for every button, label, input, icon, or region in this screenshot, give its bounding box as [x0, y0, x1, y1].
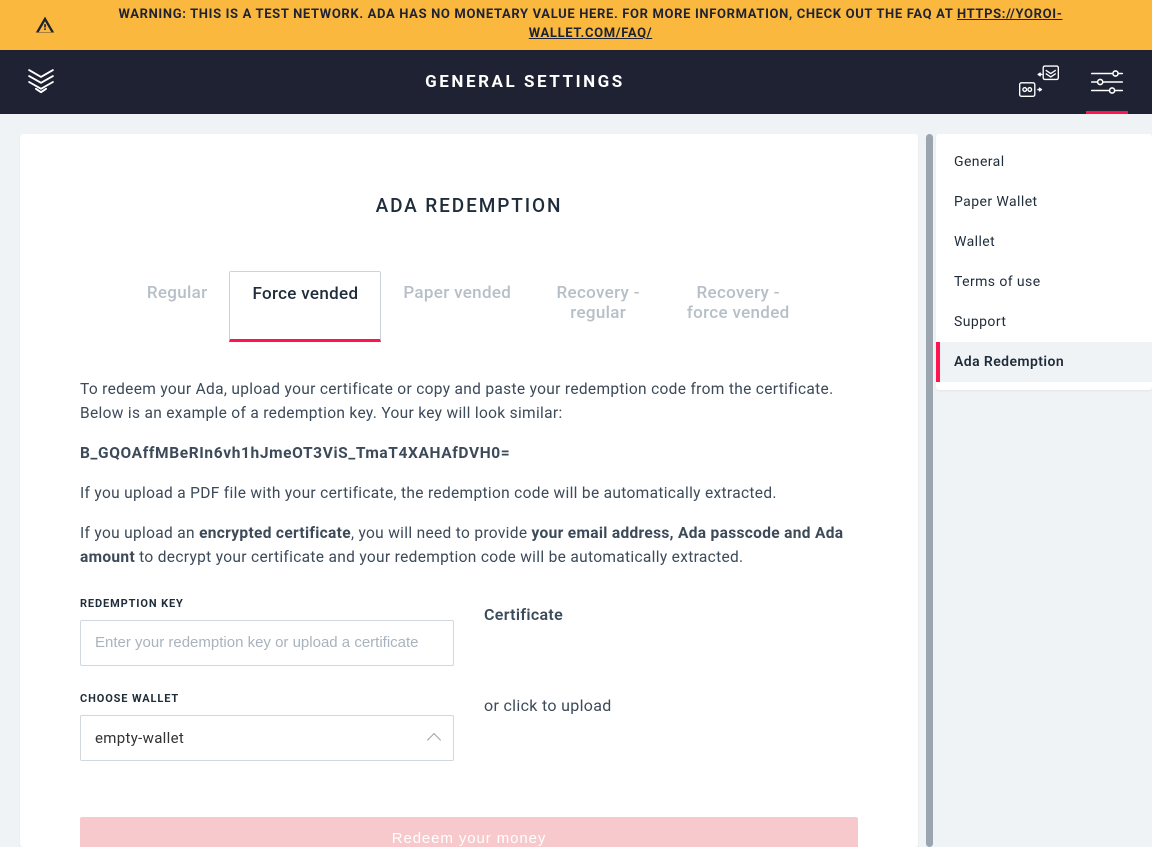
instructions-p3: If you upload an encrypted certificate, …	[80, 521, 858, 569]
wallet-select-value: empty-wallet	[95, 729, 184, 747]
tab-recovery-force-vended[interactable]: Recovery - force vended	[663, 271, 813, 342]
tab-paper-vended[interactable]: Paper vended	[381, 271, 533, 342]
warning-banner: WARNING: THIS IS A TEST NETWORK. ADA HAS…	[0, 0, 1152, 50]
wallet-select[interactable]: empty-wallet	[80, 715, 454, 761]
settings-sidebar: General Paper Wallet Wallet Terms of use…	[936, 114, 1152, 847]
sidebar-item-terms[interactable]: Terms of use	[936, 262, 1152, 302]
redemption-tabs: Regular Force vended Paper vended Recove…	[80, 271, 858, 343]
warning-icon	[35, 15, 55, 35]
settings-card: ADA REDEMPTION Regular Force vended Pape…	[20, 134, 918, 847]
sidebar-item-paper-wallet[interactable]: Paper Wallet	[936, 182, 1152, 222]
redemption-key-input[interactable]	[80, 620, 454, 666]
certificate-drop-area[interactable]: Certificate or click to upload	[484, 597, 858, 761]
sidebar-item-general[interactable]: General	[936, 142, 1152, 182]
p3c: , you will need to provide	[351, 524, 532, 542]
instructions-p2: If you upload a PDF file with your certi…	[80, 481, 858, 505]
certificate-label: Certificate	[484, 605, 858, 624]
example-key: B_GQOAffMBeRIn6vh1hJmeOT3ViS_TmaT4XAHAfD…	[80, 441, 858, 465]
tab-force-vended[interactable]: Force vended	[229, 271, 381, 342]
sidebar-item-ada-redemption[interactable]: Ada Redemption	[936, 342, 1152, 382]
chevron-up-icon	[427, 733, 441, 747]
redeem-button[interactable]: Redeem your money	[80, 817, 858, 847]
sidebar-item-support[interactable]: Support	[936, 302, 1152, 342]
instructions: To redeem your Ada, upload your certific…	[80, 377, 858, 569]
card-title: ADA REDEMPTION	[80, 194, 858, 217]
p3a: If you upload an	[80, 524, 199, 542]
app-logo[interactable]	[24, 65, 58, 99]
app-header: GENERAL SETTINGS	[0, 50, 1152, 114]
page-title: GENERAL SETTINGS	[425, 72, 625, 92]
certificate-upload-hint: or click to upload	[484, 696, 858, 715]
scrollbar-thumb[interactable]	[926, 134, 933, 847]
settings-icon[interactable]	[1086, 61, 1128, 103]
sidebar-item-wallet[interactable]: Wallet	[936, 222, 1152, 262]
p3b: encrypted certificate	[199, 524, 351, 542]
scrollbar[interactable]	[922, 134, 936, 847]
warning-text: WARNING: THIS IS A TEST NETWORK. ADA HAS…	[119, 7, 957, 22]
tab-regular[interactable]: Regular	[125, 271, 230, 342]
instructions-p1: To redeem your Ada, upload your certific…	[80, 377, 858, 425]
tab-recovery-regular[interactable]: Recovery - regular	[533, 271, 663, 342]
p3e: to decrypt your certificate and your red…	[135, 548, 743, 566]
choose-wallet-label: CHOOSE WALLET	[80, 692, 454, 705]
transfer-icon[interactable]	[1018, 61, 1060, 103]
redemption-key-label: REDEMPTION KEY	[80, 597, 454, 610]
